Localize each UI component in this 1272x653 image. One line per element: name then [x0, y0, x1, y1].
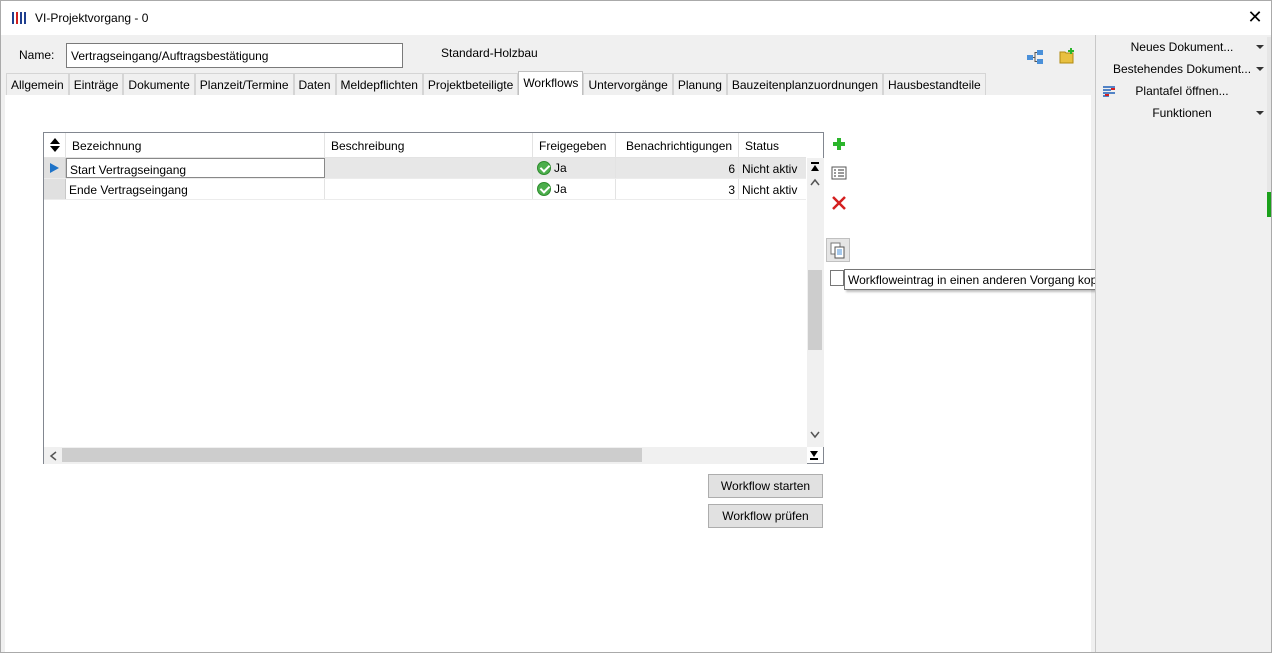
copy-icon — [830, 242, 845, 259]
freigegeben-value: Ja — [554, 182, 567, 196]
name-field[interactable]: Vertragseingang/Auftragsbestätigung — [66, 43, 403, 68]
tab-bar: Allgemein Einträge Dokumente Planzeit/Te… — [6, 71, 986, 95]
freigegeben-value: Ja — [554, 161, 567, 175]
tab-allgemein[interactable]: Allgemein — [6, 73, 69, 95]
column-status[interactable]: Status — [739, 133, 806, 158]
cell-benachrichtigungen[interactable]: 3 — [616, 179, 739, 199]
row-selector[interactable] — [44, 158, 66, 178]
scroll-up-icon[interactable] — [810, 178, 820, 188]
cell-benachrichtigungen[interactable]: 6 — [616, 158, 739, 178]
tab-planzeit[interactable]: Planzeit/Termine — [194, 73, 294, 95]
tab-hausbestandteile[interactable]: Hausbestandteile — [883, 73, 986, 95]
document-icon[interactable] — [830, 270, 844, 286]
vertical-scroll-thumb[interactable] — [808, 270, 822, 350]
tab-projektbeteiligte[interactable]: Projektbeteiligte — [422, 73, 519, 95]
functions-label: Funktionen — [1152, 106, 1212, 120]
standard-label: Standard-Holzbau — [441, 46, 538, 60]
scroll-left-icon[interactable] — [49, 451, 57, 463]
tab-planung[interactable]: Planung — [672, 73, 727, 95]
new-document-label: Neues Dokument... — [1130, 40, 1234, 54]
cell-freigegeben[interactable]: Ja — [533, 179, 616, 199]
cell-status[interactable]: Nicht aktiv — [739, 179, 806, 199]
tab-meldepflichten[interactable]: Meldepflichten — [335, 73, 423, 95]
hierarchy-icon[interactable] — [1026, 48, 1044, 66]
workflow-grid[interactable]: Bezeichnung Beschreibung Freigegeben Ben… — [43, 132, 824, 464]
check-icon — [537, 161, 551, 175]
workflow-start-button[interactable]: Workflow starten — [708, 474, 823, 498]
tab-bauzeitenplan[interactable]: Bauzeitenplanzuordnungen — [726, 73, 883, 95]
cell-beschreibung[interactable] — [325, 158, 533, 178]
cell-status[interactable]: Nicht aktiv — [739, 158, 806, 178]
horizontal-scroll-thumb[interactable] — [62, 448, 642, 462]
existing-document-label: Bestehendes Dokument... — [1112, 62, 1252, 76]
column-bezeichnung[interactable]: Bezeichnung — [66, 133, 325, 158]
right-pane-scrollbar[interactable] — [1267, 37, 1271, 217]
cell-beschreibung[interactable] — [325, 179, 533, 199]
table-row[interactable]: Ende Vertragseingang Ja 3 Nicht aktiv — [44, 179, 806, 200]
title-bar: VI-Projektvorgang - 0 ✕ — [1, 1, 1271, 35]
check-icon — [537, 182, 551, 196]
scroll-bottom-icon[interactable] — [809, 450, 819, 462]
new-document-menu[interactable]: Neues Dokument... — [1096, 40, 1268, 60]
vertical-scrollbar[interactable] — [807, 158, 824, 447]
close-icon[interactable]: ✕ — [1245, 7, 1265, 27]
add-icon[interactable] — [830, 135, 848, 153]
right-pane: Neues Dokument... Bestehendes Dokument..… — [1095, 35, 1271, 652]
tab-eintraege[interactable]: Einträge — [68, 73, 124, 95]
window-title: VI-Projektvorgang - 0 — [35, 11, 149, 25]
edit-list-icon[interactable] — [830, 164, 848, 182]
plantafel-label: Plantafel öffnen... — [1135, 84, 1229, 98]
tab-dokumente[interactable]: Dokumente — [123, 73, 195, 95]
grid-header: Bezeichnung Beschreibung Freigegeben Ben… — [44, 133, 806, 158]
sort-icon[interactable] — [44, 133, 66, 158]
scroll-down-icon[interactable] — [810, 431, 820, 441]
table-row[interactable]: Start Vertragseingang Ja 6 Nicht aktiv — [44, 158, 806, 179]
cell-bezeichnung[interactable]: Ende Vertragseingang — [66, 179, 325, 199]
cell-bezeichnung[interactable]: Start Vertragseingang — [66, 158, 325, 178]
tooltip: Workflowеintrag in einen anderen Vorgang… — [844, 269, 1128, 290]
tab-workflows[interactable]: Workflows — [518, 71, 584, 95]
project-window: VI-Projektvorgang - 0 ✕ Name: Vertragsei… — [0, 0, 1272, 653]
existing-document-menu[interactable]: Bestehendes Dokument... — [1096, 62, 1268, 82]
column-benachrichtigungen[interactable]: Benachrichtigungen — [616, 133, 739, 158]
row-selector[interactable] — [44, 179, 66, 199]
workflow-check-button[interactable]: Workflow prüfen — [708, 504, 823, 528]
copy-button[interactable] — [826, 238, 850, 262]
column-freigegeben[interactable]: Freigegeben — [533, 133, 616, 158]
plantafel-menu[interactable]: Plantafel öffnen... — [1096, 84, 1268, 104]
horizontal-scrollbar[interactable] — [44, 447, 807, 464]
chevron-down-icon — [1256, 45, 1264, 49]
name-label: Name: — [19, 48, 55, 62]
tab-daten[interactable]: Daten — [293, 73, 336, 95]
app-icon — [12, 12, 28, 24]
chevron-down-icon — [1256, 111, 1264, 115]
scroll-top-icon[interactable] — [810, 162, 820, 174]
functions-menu[interactable]: Funktionen — [1096, 106, 1268, 126]
column-beschreibung[interactable]: Beschreibung — [325, 133, 533, 158]
tab-untervorgaenge[interactable]: Untervorgänge — [583, 73, 673, 95]
folder-add-icon[interactable] — [1058, 47, 1076, 65]
chevron-down-icon — [1256, 67, 1264, 71]
delete-icon[interactable] — [830, 194, 848, 212]
plantafel-icon — [1103, 86, 1115, 97]
cell-freigegeben[interactable]: Ja — [533, 158, 616, 178]
